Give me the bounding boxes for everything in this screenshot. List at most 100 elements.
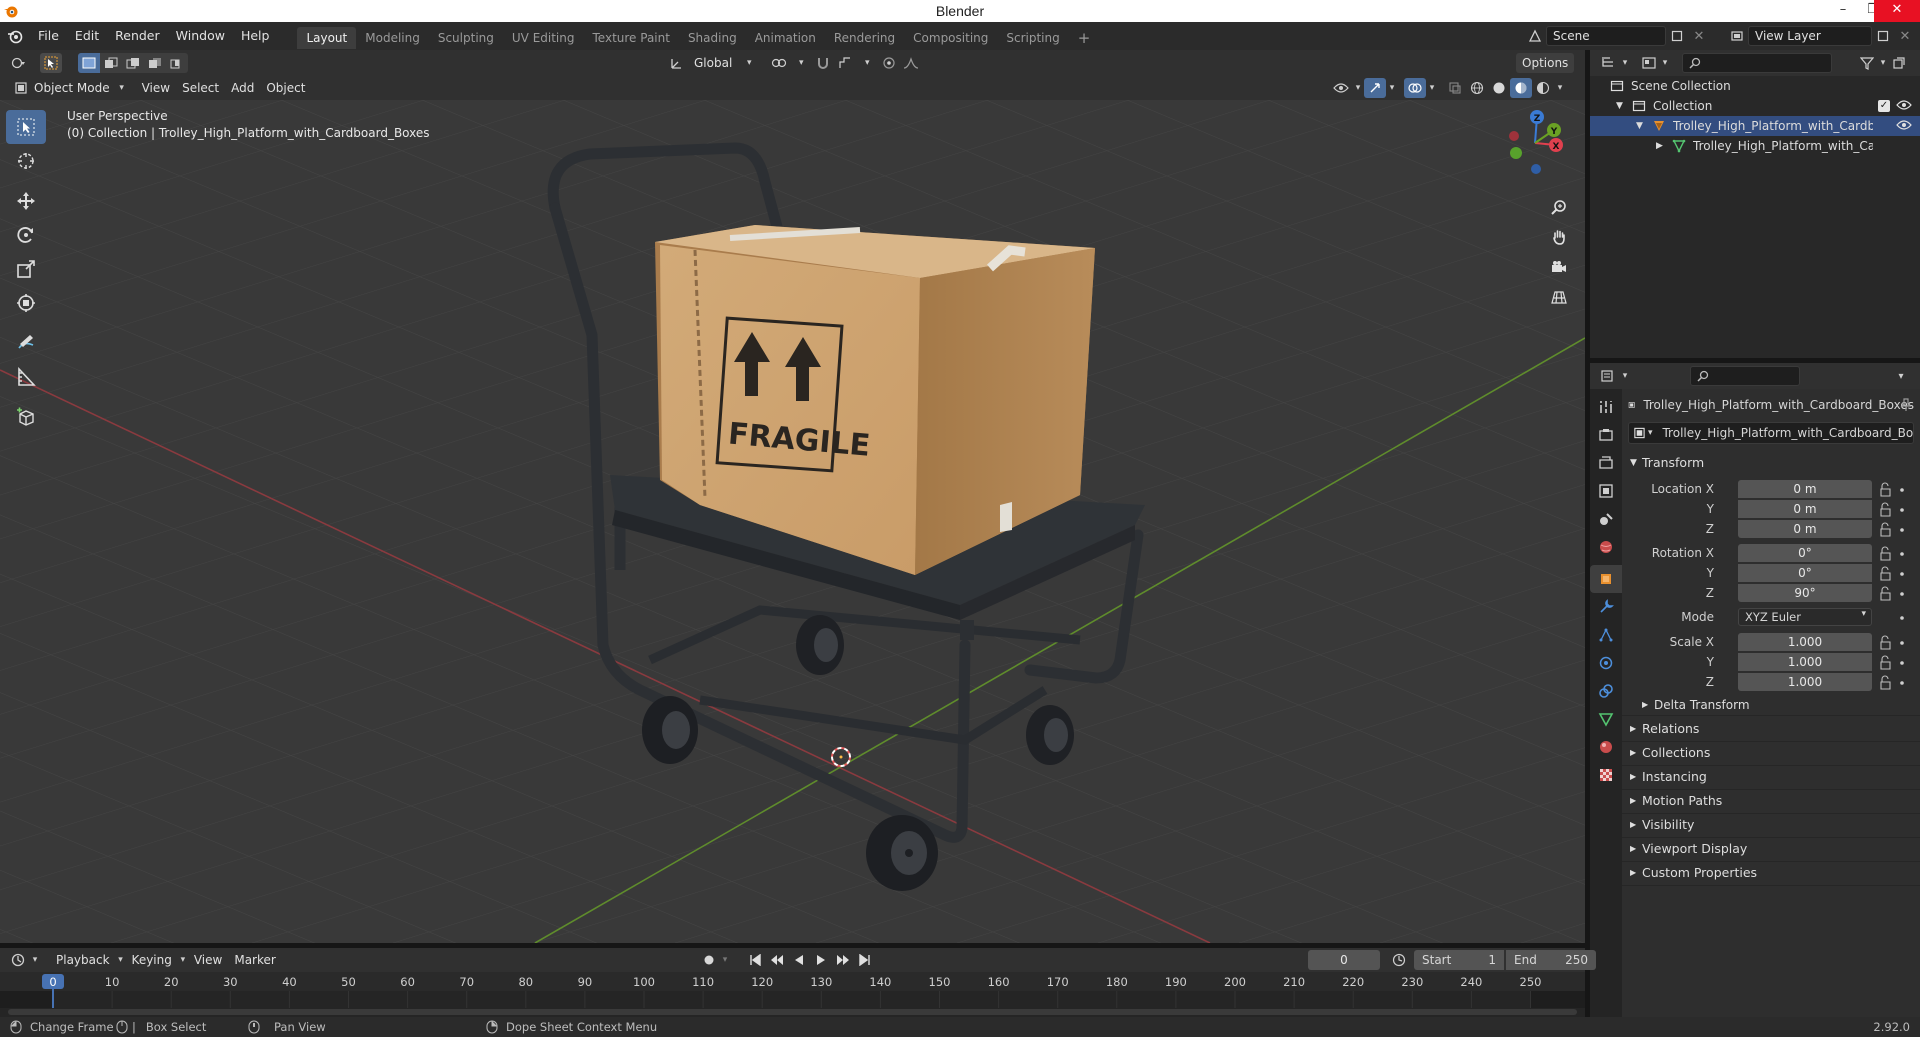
visibility-panel-header[interactable]: ▶ Visibility <box>1622 813 1920 837</box>
menu-file[interactable]: File <box>30 22 67 50</box>
collection-visibility-eye-icon[interactable] <box>1896 99 1912 111</box>
chevron-down-icon[interactable]: ▼ <box>1616 96 1628 116</box>
collection-checkbox[interactable]: ✓ <box>1878 100 1890 112</box>
outliner-scene-collection[interactable]: Scene Collection <box>1590 76 1920 96</box>
scene-field[interactable]: Scene <box>1546 26 1666 46</box>
new-scene-icon[interactable] <box>1666 26 1688 46</box>
transform-orientation-dropdown[interactable]: Global <box>688 53 738 73</box>
options-dropdown[interactable]: Options <box>1516 53 1575 73</box>
delete-view-layer-icon[interactable]: ✕ <box>1894 26 1916 46</box>
jump-keyframe-back-icon[interactable] <box>766 950 788 970</box>
scale-tool[interactable] <box>6 252 46 286</box>
tab-render-properties[interactable] <box>1590 421 1622 449</box>
viewport-display-panel-header[interactable]: ▶ Viewport Display <box>1622 837 1920 861</box>
properties-search-input[interactable] <box>1690 366 1800 386</box>
custom-properties-panel-header[interactable]: ▶ Custom Properties <box>1622 861 1920 885</box>
collections-panel-header[interactable]: ▶ Collections <box>1622 741 1920 765</box>
tab-modifier-properties[interactable] <box>1590 593 1622 621</box>
visibility-eye-icon[interactable] <box>1330 78 1352 98</box>
move-tool[interactable] <box>6 184 46 218</box>
object-mode-dropdown[interactable]: Object Mode <box>32 78 116 98</box>
select-tool-icon[interactable] <box>40 53 62 73</box>
gizmo-toggle-icon[interactable] <box>1364 78 1386 98</box>
object-datablock-field[interactable]: ▾ Trolley_High_Platform_with_Cardboard_B… <box>1628 422 1914 444</box>
jump-end-icon[interactable] <box>854 950 876 970</box>
add-cube-tool[interactable] <box>6 400 46 434</box>
timeline-editor-type-icon[interactable] <box>8 950 30 970</box>
chevron-down-icon[interactable]: ▼ <box>1636 116 1648 136</box>
tab-texture-paint[interactable]: Texture Paint <box>584 27 679 49</box>
falloff-curve-icon[interactable] <box>900 53 922 73</box>
navigation-gizmo[interactable]: Z X Y <box>1500 108 1570 178</box>
menu-window[interactable]: Window <box>168 22 233 50</box>
select-mode-new-icon[interactable] <box>78 53 100 73</box>
new-collection-icon[interactable] <box>1888 53 1910 73</box>
view-layer-field[interactable]: View Layer <box>1748 26 1872 46</box>
preview-range-clock-icon[interactable] <box>1388 950 1410 970</box>
outliner-search-input[interactable] <box>1682 53 1832 73</box>
play-reverse-icon[interactable] <box>788 950 810 970</box>
shading-material-icon[interactable] <box>1510 78 1532 98</box>
shading-wireframe-icon[interactable] <box>1466 78 1488 98</box>
delete-scene-icon[interactable]: ✕ <box>1688 26 1710 46</box>
end-frame-field[interactable]: End 250 <box>1506 950 1596 970</box>
tab-compositing[interactable]: Compositing <box>904 27 997 49</box>
tab-object-properties[interactable] <box>1590 565 1622 593</box>
outliner-collection[interactable]: ▼ Collection ✓ <box>1590 96 1920 116</box>
tab-uv-editing[interactable]: UV Editing <box>503 27 584 49</box>
menu-view[interactable]: View <box>136 78 176 98</box>
location-y-field[interactable]: 0 m <box>1738 500 1872 518</box>
tab-particle-properties[interactable] <box>1590 621 1622 649</box>
play-icon[interactable] <box>810 950 832 970</box>
menu-object[interactable]: Object <box>260 78 311 98</box>
start-frame-field[interactable]: Start 1 <box>1414 950 1504 970</box>
jump-keyframe-forward-icon[interactable] <box>832 950 854 970</box>
display-mode-icon[interactable] <box>1638 53 1660 73</box>
pivot-point-icon[interactable] <box>768 53 790 73</box>
shading-solid-icon[interactable] <box>1488 78 1510 98</box>
menu-select[interactable]: Select <box>176 78 225 98</box>
outliner-mesh-row[interactable]: ▶ Trolley_High_Platform_with_Cardboard_B… <box>1590 136 1920 156</box>
xray-toggle-icon[interactable] <box>1444 78 1466 98</box>
tab-constraint-properties[interactable] <box>1590 677 1622 705</box>
tab-sculpting[interactable]: Sculpting <box>429 27 503 49</box>
timeline-scrollbar[interactable] <box>8 1009 1577 1015</box>
chevron-right-icon[interactable]: ▶ <box>1656 136 1668 156</box>
chevron-down-icon[interactable]: ▾ <box>1890 366 1912 386</box>
outliner-object-row[interactable]: ▼ Trolley_High_Platform_with_Cardboard_B… <box>1590 116 1920 136</box>
select-mode-subtract-icon[interactable] <box>122 53 144 73</box>
snap-toggle-icon[interactable] <box>812 53 834 73</box>
tab-animation[interactable]: Animation <box>746 27 825 49</box>
rotation-z-field[interactable]: 90° <box>1738 584 1872 602</box>
timeline-area[interactable]: 0 10 20 30 40 50 60 70 80 90 100 110 120 130 140 150 160… <box>0 972 1585 1018</box>
object-visibility-eye-icon[interactable] <box>1896 119 1912 131</box>
minimize-button[interactable]: – <box>1828 0 1858 22</box>
rotation-x-field[interactable]: 0° <box>1738 544 1872 562</box>
overlays-toggle-icon[interactable] <box>1404 78 1426 98</box>
zoom-icon[interactable] <box>1548 192 1570 222</box>
measure-tool[interactable] <box>6 360 46 394</box>
tab-modeling[interactable]: Modeling <box>356 27 429 49</box>
menu-edit[interactable]: Edit <box>67 22 107 50</box>
motion-paths-panel-header[interactable]: ▶ Motion Paths <box>1622 789 1920 813</box>
rotate-tool[interactable] <box>6 218 46 252</box>
tab-scripting[interactable]: Scripting <box>997 27 1068 49</box>
menu-help[interactable]: Help <box>233 22 278 50</box>
select-mode-intersect-icon[interactable] <box>166 53 188 73</box>
blender-menu-icon[interactable] <box>0 22 30 50</box>
auto-keying-icon[interactable] <box>698 950 720 970</box>
menu-render[interactable]: Render <box>107 22 168 50</box>
transform-tool[interactable] <box>6 286 46 320</box>
pan-hand-icon[interactable] <box>1548 222 1570 252</box>
delta-transform-header[interactable]: ▶ Delta Transform <box>1622 693 1920 717</box>
select-box-tool[interactable] <box>6 110 46 144</box>
close-button[interactable]: ✕ <box>1874 0 1920 22</box>
scale-x-field[interactable]: 1.000 <box>1738 633 1872 651</box>
menu-timeline-view[interactable]: View <box>188 950 228 970</box>
outliner-editor-type-icon[interactable] <box>1598 53 1620 73</box>
cursor-tool[interactable] <box>6 144 46 178</box>
add-workspace-button[interactable]: + <box>1069 27 1100 49</box>
location-z-field[interactable]: 0 m <box>1738 520 1872 538</box>
annotate-tool[interactable] <box>6 326 46 360</box>
jump-start-icon[interactable] <box>744 950 766 970</box>
